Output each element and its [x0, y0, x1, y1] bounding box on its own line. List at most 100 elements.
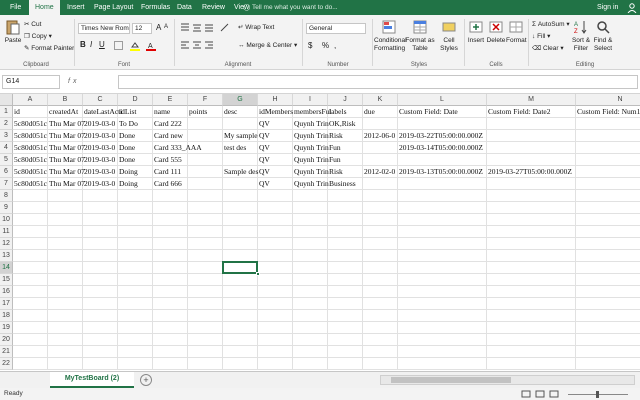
cell-h9[interactable] — [258, 202, 293, 214]
cell-f11[interactable] — [188, 226, 223, 238]
cell-n22[interactable] — [576, 358, 640, 370]
format-painter-button[interactable]: ✎ Format Painter — [24, 44, 74, 52]
cell-n1[interactable]: Custom Field: Num1 — [576, 106, 640, 118]
find-select-button[interactable]: Find & Select — [592, 19, 614, 53]
cell-j3[interactable]: Risk — [328, 130, 363, 142]
cell-n6[interactable]: 1000 — [576, 166, 640, 178]
row-header-17[interactable]: 17 — [0, 298, 13, 310]
cell-n18[interactable] — [576, 310, 640, 322]
cell-k17[interactable] — [363, 298, 398, 310]
shrink-font-button[interactable]: A — [164, 24, 168, 30]
cell-h16[interactable] — [258, 286, 293, 298]
cell-a2[interactable]: 5c80d051c — [13, 118, 48, 130]
cell-k22[interactable] — [363, 358, 398, 370]
cell-f1[interactable]: points — [188, 106, 223, 118]
font-name-select[interactable]: Times New Roma — [78, 23, 130, 34]
percent-button[interactable]: % — [322, 41, 329, 50]
cell-b11[interactable] — [48, 226, 83, 238]
column-header-h[interactable]: H — [258, 94, 293, 106]
cell-l20[interactable] — [398, 334, 487, 346]
cell-i14[interactable] — [293, 262, 328, 274]
user-icon[interactable] — [627, 3, 637, 13]
cell-l12[interactable] — [398, 238, 487, 250]
cell-l4[interactable]: 2019-03-14T05:00:00.000Z — [398, 142, 487, 154]
cell-m11[interactable] — [487, 226, 576, 238]
cell-d17[interactable] — [118, 298, 153, 310]
cell-d1[interactable]: idList — [118, 106, 153, 118]
row-header-7[interactable]: 7 — [0, 178, 13, 190]
row-header-10[interactable]: 10 — [0, 214, 13, 226]
cell-n14[interactable] — [576, 262, 640, 274]
cell-f17[interactable] — [188, 298, 223, 310]
cell-j10[interactable] — [328, 214, 363, 226]
cell-g21[interactable] — [223, 346, 258, 358]
cell-b19[interactable] — [48, 322, 83, 334]
tab-page-layout[interactable]: Page Layout — [94, 0, 133, 15]
cell-f13[interactable] — [188, 250, 223, 262]
cell-c11[interactable] — [83, 226, 118, 238]
cell-b16[interactable] — [48, 286, 83, 298]
cell-e19[interactable] — [153, 322, 188, 334]
cell-h19[interactable] — [258, 322, 293, 334]
cell-k16[interactable] — [363, 286, 398, 298]
cell-k4[interactable] — [363, 142, 398, 154]
cell-d19[interactable] — [118, 322, 153, 334]
cell-a5[interactable]: 5c80d051c — [13, 154, 48, 166]
cell-j15[interactable] — [328, 274, 363, 286]
cell-e9[interactable] — [153, 202, 188, 214]
cell-f2[interactable] — [188, 118, 223, 130]
cell-n8[interactable] — [576, 190, 640, 202]
cell-a22[interactable] — [13, 358, 48, 370]
row-header-1[interactable]: 1 — [0, 106, 13, 118]
cell-k11[interactable] — [363, 226, 398, 238]
cell-g16[interactable] — [223, 286, 258, 298]
cell-g14[interactable] — [223, 262, 258, 274]
cell-c8[interactable] — [83, 190, 118, 202]
scrollbar-thumb[interactable] — [391, 377, 511, 383]
row-header-6[interactable]: 6 — [0, 166, 13, 178]
sort-filter-button[interactable]: AZ Sort & Filter — [570, 19, 592, 53]
clear-button[interactable]: ⌫ Clear ▾ — [532, 44, 564, 52]
column-header-g[interactable]: G — [223, 94, 258, 106]
cell-c2[interactable]: 2019-03-0 — [83, 118, 118, 130]
cell-c10[interactable] — [83, 214, 118, 226]
cell-l9[interactable] — [398, 202, 487, 214]
align-top-icon[interactable] — [180, 23, 190, 32]
bold-button[interactable]: B — [80, 40, 86, 49]
cut-button[interactable]: ✂ Cut — [24, 20, 41, 28]
cell-i22[interactable] — [293, 358, 328, 370]
cell-g12[interactable] — [223, 238, 258, 250]
tell-me-search[interactable]: ◯ Tell me what you want to do... — [243, 0, 338, 15]
cell-j20[interactable] — [328, 334, 363, 346]
cell-h1[interactable]: idMembers — [258, 106, 293, 118]
cell-c22[interactable] — [83, 358, 118, 370]
name-box[interactable]: G14 — [2, 75, 60, 89]
view-mode-icons[interactable] — [520, 390, 560, 398]
cell-l21[interactable] — [398, 346, 487, 358]
cell-h22[interactable] — [258, 358, 293, 370]
cell-g18[interactable] — [223, 310, 258, 322]
cell-b12[interactable] — [48, 238, 83, 250]
cell-k18[interactable] — [363, 310, 398, 322]
delete-cells-button[interactable]: Delete — [486, 19, 506, 45]
cell-n16[interactable] — [576, 286, 640, 298]
cell-d7[interactable]: Doing — [118, 178, 153, 190]
cell-m9[interactable] — [487, 202, 576, 214]
align-right-icon[interactable] — [204, 41, 214, 50]
column-header-a[interactable]: A — [13, 94, 48, 106]
cell-f16[interactable] — [188, 286, 223, 298]
insert-cells-button[interactable]: Insert — [466, 19, 486, 45]
cell-e10[interactable] — [153, 214, 188, 226]
cell-b17[interactable] — [48, 298, 83, 310]
cell-i3[interactable]: Quynh Trin — [293, 130, 329, 142]
cell-f20[interactable] — [188, 334, 223, 346]
cell-b15[interactable] — [48, 274, 83, 286]
cell-e20[interactable] — [153, 334, 188, 346]
cell-j12[interactable] — [328, 238, 363, 250]
cell-m2[interactable] — [487, 118, 576, 130]
cell-a13[interactable] — [13, 250, 48, 262]
cell-n3[interactable] — [576, 130, 640, 142]
row-header-21[interactable]: 21 — [0, 346, 13, 358]
cell-i20[interactable] — [293, 334, 328, 346]
cell-f7[interactable] — [188, 178, 223, 190]
